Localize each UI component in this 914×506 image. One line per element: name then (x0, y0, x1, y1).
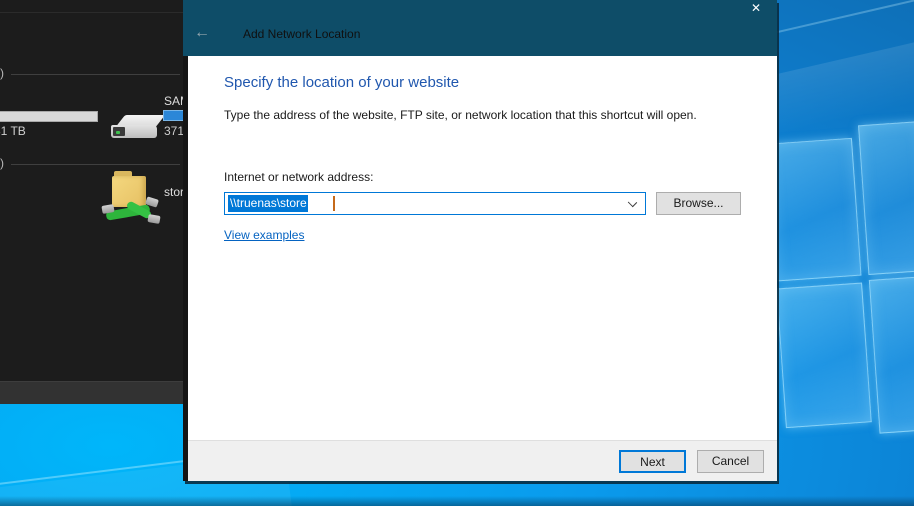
dialog-title: Add Network Location (243, 27, 360, 41)
view-examples-link[interactable]: View examples (224, 228, 304, 242)
chevron-down-icon[interactable] (628, 198, 637, 207)
drive-usage-bar-blue (163, 110, 183, 121)
hard-drive-icon[interactable] (111, 112, 165, 144)
group-header-rule (11, 164, 180, 165)
browse-button[interactable]: Browse... (656, 192, 741, 215)
screen: ) 81 TB SAM 371 ) stor (0, 0, 914, 506)
hard-drive-led (116, 131, 120, 134)
dialog-description: Type the address of the website, FTP sit… (224, 108, 744, 122)
windows-logo-pane (858, 121, 914, 275)
back-icon[interactable]: ← (191, 23, 213, 43)
address-label: Internet or network address: (224, 170, 373, 184)
network-folder-icon[interactable] (104, 168, 164, 224)
text-caret (333, 196, 335, 211)
drive-size-text: 81 TB (0, 124, 26, 138)
drive-usage-bar (0, 111, 98, 122)
group-header-rule (11, 74, 180, 75)
dialog-body: Specify the location of your website Typ… (188, 56, 777, 440)
group-header-label: ) (0, 66, 4, 80)
windows-logo-pane (869, 276, 914, 434)
address-selected-text: \\truenas\store (228, 195, 308, 212)
add-network-location-dialog: ← Add Network Location ✕ Specify the loc… (183, 0, 777, 481)
windows-logo (759, 112, 914, 453)
next-button[interactable]: Next (619, 450, 686, 473)
drives-group-header[interactable]: ) (0, 66, 183, 80)
wallpaper-bottom-shade (0, 496, 914, 506)
drive-size-text: 371 (164, 124, 184, 138)
group-header-label: ) (0, 156, 4, 170)
cancel-button[interactable]: Cancel (697, 450, 764, 473)
explorer-toolbar-divider (0, 12, 183, 13)
windows-logo-pane (768, 138, 861, 282)
windows-logo-pane (776, 283, 872, 429)
network-plug (147, 214, 160, 224)
dialog-footer: Next Cancel (188, 440, 777, 481)
explorer-status-bar (0, 381, 183, 404)
close-icon[interactable]: ✕ (741, 0, 771, 18)
dialog-title-bar: ← Add Network Location ✕ (183, 0, 777, 56)
network-share-label[interactable]: stor (164, 185, 184, 199)
file-explorer-window: ) 81 TB SAM 371 ) stor (0, 0, 183, 404)
address-input[interactable]: \\truenas\store (224, 192, 646, 215)
page-title: Specify the location of your website (224, 74, 459, 91)
